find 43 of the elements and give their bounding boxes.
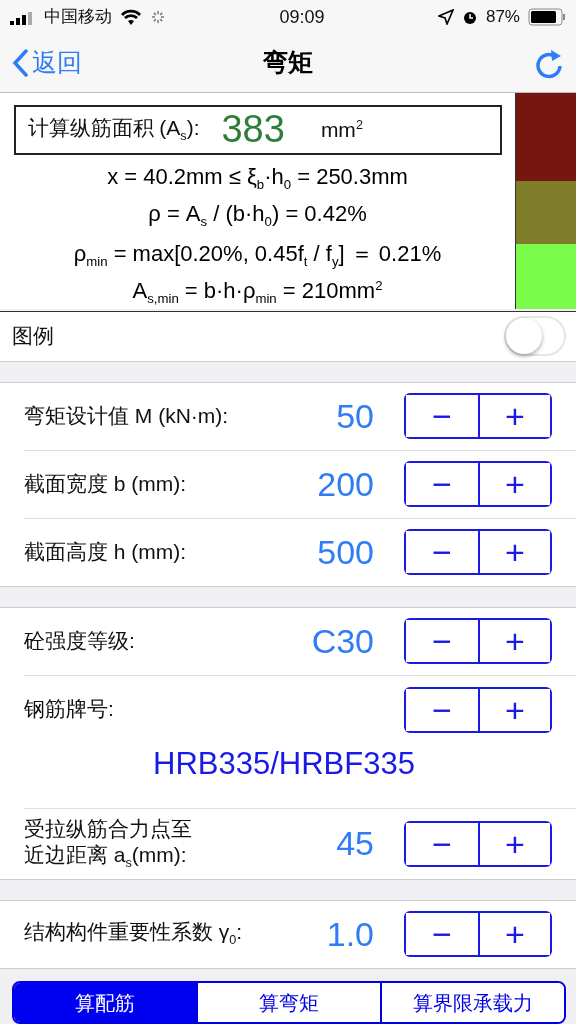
field-value: C30 xyxy=(310,621,374,661)
result-label: 计算纵筋面积 (A$_{s}$): xyxy=(27,115,200,145)
status-time: 09:09 xyxy=(279,5,325,29)
result-value: 383 xyxy=(221,108,285,152)
location-icon xyxy=(437,8,454,25)
increment-button[interactable]: + xyxy=(478,913,550,956)
field-label: 弯矩设计值 M (kN·m): xyxy=(24,402,229,429)
wifi-icon xyxy=(120,8,142,25)
formula-line: x = 40.2mm ≤ ξ$_{b}$·h$_{0}$ = 250.3mm xyxy=(107,163,408,193)
mode-tab[interactable]: 算配筋 xyxy=(14,982,196,1022)
field-label: 截面高度 h (mm): xyxy=(24,538,187,565)
field-label: 结构构件重要性系数 γ$_{0}$: xyxy=(24,919,243,950)
formula-line: ρ$_{min}$ = max[0.20%, 0.45f$_{t}$ / f$_{y}$] ＝ 0.21% xyxy=(73,239,442,270)
field-label: 受拉纵筋合力点至 xyxy=(24,815,192,842)
page-title: 弯矩 xyxy=(263,47,313,79)
field-value: 200 xyxy=(316,464,374,504)
field-label: 截面宽度 b (mm): xyxy=(24,470,187,497)
field-value: 500 xyxy=(316,532,374,572)
result-unit: mm$^{2}$ xyxy=(320,116,363,143)
field-value: 45 xyxy=(335,824,374,864)
field-label: 近边距离 a$_{s}$(mm): xyxy=(24,841,188,872)
battery-icon xyxy=(528,7,566,26)
formula-line: ρ = A$_{s}$ / (b·h$_{0}$) = 0.42% xyxy=(148,201,367,230)
field-value: 50 xyxy=(335,396,374,436)
increment-button[interactable]: + xyxy=(478,620,550,663)
back-button[interactable]: 返回 xyxy=(12,46,82,80)
battery-percent: 87% xyxy=(485,6,520,28)
mode-tab[interactable]: 算界限承载力 xyxy=(380,982,564,1022)
increment-button[interactable]: + xyxy=(478,688,550,731)
formula-line: A$_{s,min}$ = b·h·ρ$_{min}$ = 210mm$^{2}$ xyxy=(132,278,383,307)
field-value: 1.0 xyxy=(325,914,374,954)
increment-button[interactable]: + xyxy=(478,463,550,506)
field-label: 砼强度等级: xyxy=(24,627,135,654)
increment-button[interactable]: + xyxy=(478,395,550,438)
chevron-left-icon xyxy=(12,48,28,77)
increment-button[interactable]: + xyxy=(478,822,550,865)
spinner-icon xyxy=(150,8,166,25)
legend-label: 图例 xyxy=(12,323,54,350)
increment-button[interactable]: + xyxy=(478,531,550,574)
carrier-name: 中国移动 xyxy=(44,6,112,28)
field-value: HRB335/HRBF335 xyxy=(152,745,416,782)
field-label: 钢筋牌号: xyxy=(24,696,114,723)
legend-switch[interactable] xyxy=(504,316,566,357)
